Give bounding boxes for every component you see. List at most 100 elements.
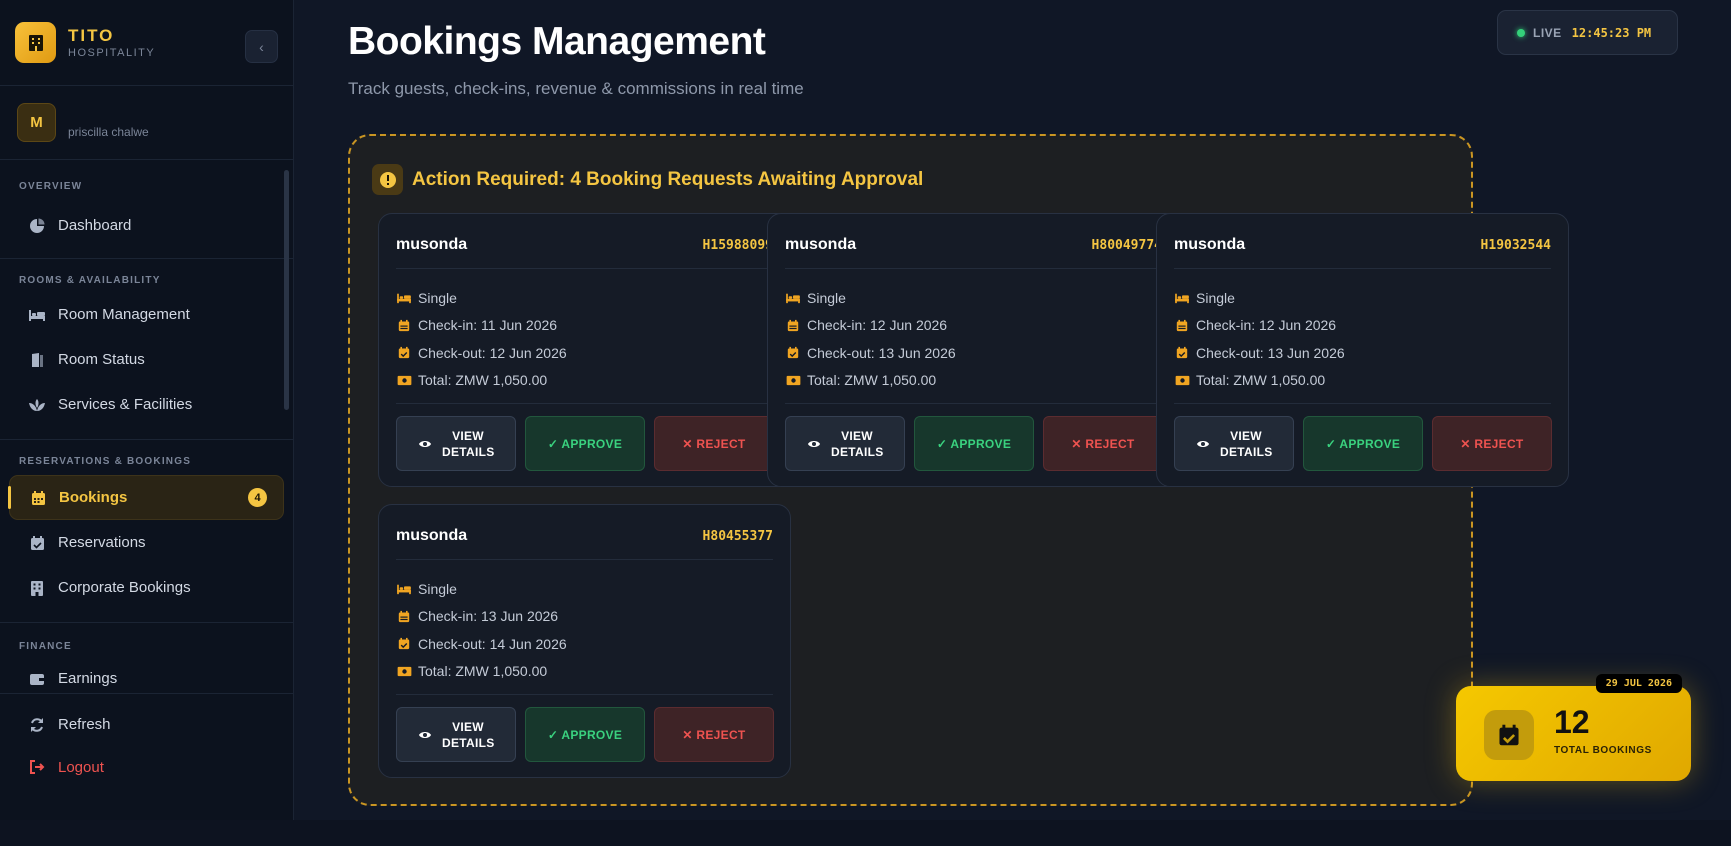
approve-button[interactable]: ✓ APPROVE (914, 416, 1034, 471)
wallet-icon (28, 670, 46, 688)
bed-icon (396, 290, 412, 306)
total-bookings-value: 12 (1554, 704, 1590, 740)
user-name: priscilla chalwe (68, 124, 149, 139)
sidebar-item-room-management[interactable]: Room Management (0, 292, 293, 337)
view-label-line2: DETAILS (442, 735, 495, 750)
chevron-left-icon: ‹ (259, 38, 264, 55)
door-icon (28, 351, 46, 369)
refresh-button[interactable]: Refresh (0, 702, 293, 747)
view-details-button[interactable]: VIEW DETAILS (785, 416, 905, 471)
view-label-line1: VIEW (1230, 428, 1262, 443)
booking-reference: H80455377 (702, 528, 773, 544)
sidebar-item-services[interactable]: Services & Facilities (0, 382, 293, 427)
sidebar-item-bookings[interactable]: Bookings 4 (8, 475, 284, 520)
sidebar: TITO HOSPITALITY ‹ M priscilla chalwe OV… (0, 0, 294, 820)
total-amount: Total: ZMW 1,050.00 (1196, 372, 1326, 389)
view-details-button[interactable]: VIEW DETAILS (396, 707, 516, 762)
calendar-check-icon (28, 534, 46, 552)
user-profile[interactable]: M priscilla chalwe (0, 86, 293, 160)
view-label-line1: VIEW (841, 428, 873, 443)
calendar-icon (785, 317, 801, 333)
approve-button[interactable]: ✓ APPROVE (1303, 416, 1423, 471)
pending-approvals-title: Action Required: 4 Booking Requests Awai… (412, 168, 924, 190)
check-out-date: Check-out: 13 Jun 2026 (807, 344, 956, 361)
guest-name: musonda (396, 527, 468, 544)
eye-icon (418, 439, 432, 449)
sidebar-item-corporate-bookings[interactable]: Corporate Bookings (0, 565, 293, 610)
sidebar-item-label: Corporate Bookings (58, 579, 191, 596)
calendar-icon (396, 608, 412, 624)
calendar-icon (29, 489, 47, 507)
sidebar-item-label: Room Management (58, 306, 190, 323)
calendar-check-icon (785, 345, 801, 361)
live-label: LIVE (1533, 25, 1562, 40)
booking-reference: H15988099 (702, 237, 773, 253)
money-icon (396, 372, 412, 388)
refresh-icon (28, 716, 46, 734)
reject-button[interactable]: ✕ REJECT (654, 707, 774, 762)
eye-icon (418, 730, 432, 740)
reject-button[interactable]: ✕ REJECT (1043, 416, 1163, 471)
room-type: Single (807, 289, 846, 306)
booking-request-card: musonda H80049774 Single Check-in: 12 Ju… (767, 213, 1180, 487)
page-title: Bookings Management (348, 20, 766, 63)
sidebar-item-reservations[interactable]: Reservations (0, 520, 293, 565)
guest-name: musonda (396, 236, 468, 253)
sidebar-item-dashboard[interactable]: Dashboard (0, 203, 293, 248)
sidebar-item-label: Earnings (58, 670, 118, 687)
sidebar-item-label: Services & Facilities (58, 396, 193, 413)
view-label-line1: VIEW (452, 719, 484, 734)
view-label-line2: DETAILS (1220, 444, 1273, 459)
logout-label: Logout (58, 758, 104, 776)
section-label-reservations: RESERVATIONS & BOOKINGS (19, 456, 192, 467)
pie-chart-icon (28, 217, 46, 235)
footer-band (0, 820, 1731, 846)
calendar-icon (396, 317, 412, 333)
money-icon (1174, 372, 1190, 388)
spa-icon (28, 396, 46, 414)
total-amount: Total: ZMW 1,050.00 (418, 372, 548, 389)
view-label-line2: DETAILS (442, 444, 495, 459)
pending-approvals-panel: Action Required: 4 Booking Requests Awai… (348, 134, 1569, 806)
sidebar-item-earnings[interactable]: Earnings (0, 656, 293, 701)
check-in-date: Check-in: 13 Jun 2026 (418, 608, 559, 625)
approve-button[interactable]: ✓ APPROVE (525, 707, 645, 762)
page-subtitle: Track guests, check-ins, revenue & commi… (348, 79, 804, 98)
sidebar-item-room-status[interactable]: Room Status (0, 337, 293, 382)
booking-request-card: musonda H19032544 Single Check-in: 12 Ju… (1156, 213, 1569, 487)
reject-button[interactable]: ✕ REJECT (1432, 416, 1552, 471)
booking-reference: H19032544 (1480, 237, 1551, 253)
approve-button[interactable]: ✓ APPROVE (525, 416, 645, 471)
hotel-logo-icon (15, 22, 56, 63)
guest-name: musonda (1174, 236, 1246, 253)
check-out-date: Check-out: 14 Jun 2026 (418, 635, 567, 652)
check-out-date: Check-out: 12 Jun 2026 (418, 344, 567, 361)
warning-icon (372, 164, 403, 195)
live-clock: LIVE 12:45:23 PM (1497, 10, 1678, 55)
brand-subtitle: HOSPITALITY (68, 47, 156, 59)
logout-icon (28, 758, 46, 776)
brand: TITO HOSPITALITY ‹ (0, 0, 293, 86)
live-dot-icon (1517, 28, 1525, 37)
sidebar-item-label: Reservations (58, 534, 146, 551)
building-icon (28, 579, 46, 597)
reject-button[interactable]: ✕ REJECT (654, 416, 774, 471)
room-type: Single (418, 580, 457, 597)
bed-icon (396, 581, 412, 597)
total-bookings-widget[interactable]: 29 JUL 2026 12 TOTAL BOOKINGS (1456, 674, 1691, 781)
bed-icon (1174, 290, 1190, 306)
view-details-button[interactable]: VIEW DETAILS (1174, 416, 1294, 471)
section-label-overview: OVERVIEW (19, 181, 83, 192)
check-in-date: Check-in: 12 Jun 2026 (1196, 317, 1337, 334)
section-label-finance: FINANCE (19, 641, 72, 652)
sidebar-scrollbar[interactable] (284, 170, 289, 410)
money-icon (396, 663, 412, 679)
brand-name: TITO (68, 26, 115, 45)
view-details-button[interactable]: VIEW DETAILS (396, 416, 516, 471)
stat-date: 29 JUL 2026 (1595, 674, 1682, 693)
room-type: Single (1196, 289, 1235, 306)
logout-button[interactable]: Logout (0, 747, 293, 787)
collapse-sidebar-button[interactable]: ‹ (245, 30, 278, 63)
section-label-rooms: ROOMS & AVAILABILITY (19, 275, 161, 286)
calendar-icon (1174, 317, 1190, 333)
